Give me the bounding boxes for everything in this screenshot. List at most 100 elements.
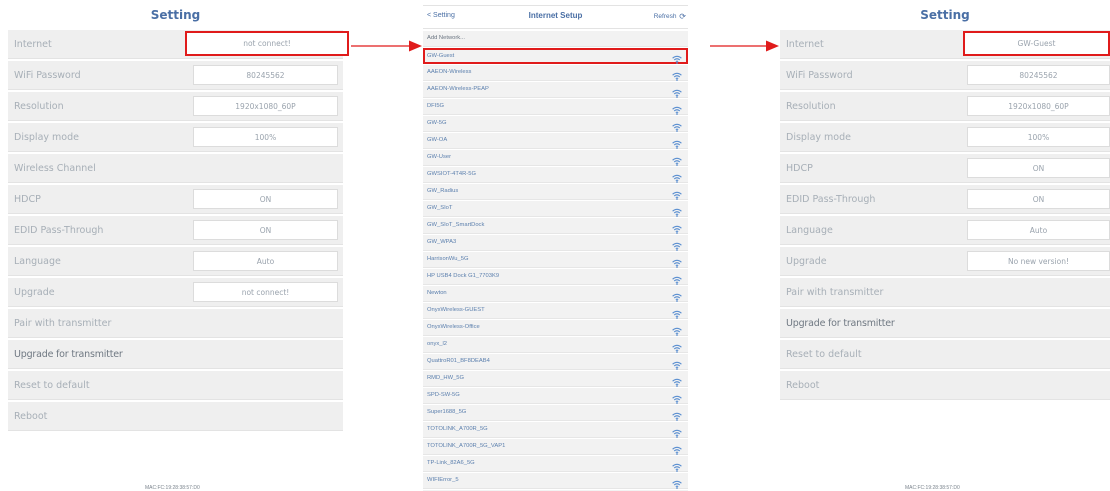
wifi-icon bbox=[672, 442, 682, 455]
internet-value-field[interactable]: GW-Guest bbox=[963, 31, 1110, 56]
network-item[interactable]: GWSIOT-4T4R-5G bbox=[423, 167, 688, 183]
add-network-button[interactable]: Add Network... bbox=[423, 31, 688, 47]
refresh-button[interactable]: Refresh ⟳ bbox=[654, 12, 686, 21]
setting-row-hdcp[interactable]: HDCP ON bbox=[8, 185, 343, 214]
wifi-icon bbox=[672, 221, 682, 234]
network-item[interactable]: GW_SIoT_SmartDock bbox=[423, 218, 688, 234]
upgrade-for-transmitter-button[interactable]: Upgrade for transmitter bbox=[780, 309, 1110, 338]
setting-label-hdcp: HDCP bbox=[14, 194, 41, 205]
setting-row-internet[interactable]: Internet not connect! bbox=[8, 30, 349, 59]
resolution-field[interactable]: 1920x1080_60P bbox=[967, 96, 1110, 116]
wifi-icon bbox=[672, 238, 682, 251]
network-item[interactable]: SPD-SW-5G bbox=[423, 388, 688, 404]
setting-row-display-mode[interactable]: Display mode 100% bbox=[8, 123, 343, 152]
setting-row-wifi-password[interactable]: WiFi Password 80245562 bbox=[780, 61, 1110, 90]
wifi-icon bbox=[672, 391, 682, 404]
setting-row-wifi-password[interactable]: WiFi Password 80245562 bbox=[8, 61, 343, 90]
network-item[interactable]: GW_SIoT bbox=[423, 201, 688, 217]
reboot-button[interactable]: Reboot bbox=[8, 402, 343, 431]
network-name: GW-Guest bbox=[427, 53, 455, 59]
network-item[interactable]: QuattroR01_BF8DEAB4 bbox=[423, 354, 688, 370]
reboot-button[interactable]: Reboot bbox=[780, 371, 1110, 400]
network-item[interactable]: DFI5G bbox=[423, 99, 688, 115]
language-field[interactable]: Auto bbox=[967, 220, 1110, 240]
setting-row-upgrade[interactable]: Upgrade not connect! bbox=[8, 278, 343, 307]
wifi-icon bbox=[672, 340, 682, 353]
setting-row-hdcp[interactable]: HDCP ON bbox=[780, 154, 1110, 183]
setting-row-display-mode[interactable]: Display mode 100% bbox=[780, 123, 1110, 152]
network-item[interactable]: GW_Radius bbox=[423, 184, 688, 200]
wifi-icon bbox=[672, 289, 682, 302]
reset-to-default-button[interactable]: Reset to default bbox=[780, 340, 1110, 369]
pair-with-transmitter-button[interactable]: Pair with transmitter bbox=[780, 278, 1110, 307]
network-item[interactable]: GW-OA bbox=[423, 133, 688, 149]
setting-row-upgrade[interactable]: Upgrade No new version! bbox=[780, 247, 1110, 276]
mac-address-label: MAC:FC:19:28:38:57:D0 bbox=[905, 485, 960, 491]
wifi-password-field[interactable]: 80245562 bbox=[193, 65, 338, 85]
network-item[interactable]: Newton bbox=[423, 286, 688, 302]
network-item[interactable]: GW-User bbox=[423, 150, 688, 166]
add-network-label: Add Network... bbox=[427, 35, 466, 41]
pair-with-transmitter-button[interactable]: Pair with transmitter bbox=[8, 309, 343, 338]
setting-label-resolution: Resolution bbox=[786, 101, 836, 112]
setting-row-edid[interactable]: EDID Pass-Through ON bbox=[8, 216, 343, 245]
setting-label-wifi-password: WiFi Password bbox=[786, 70, 853, 81]
wifi-password-field[interactable]: 80245562 bbox=[967, 65, 1110, 85]
setting-row-edid[interactable]: EDID Pass-Through ON bbox=[780, 185, 1110, 214]
hdcp-field[interactable]: ON bbox=[967, 158, 1110, 178]
setting-row-language[interactable]: Language Auto bbox=[780, 216, 1110, 245]
language-field[interactable]: Auto bbox=[193, 251, 338, 271]
wifi-icon bbox=[672, 323, 682, 336]
network-item[interactable]: OnyxWireless-Office bbox=[423, 320, 688, 336]
setting-row-resolution[interactable]: Resolution 1920x1080_60P bbox=[8, 92, 343, 121]
network-name: HP USB4 Dock G1_7703K9 bbox=[427, 273, 500, 279]
wifi-icon bbox=[672, 408, 682, 421]
display-mode-field[interactable]: 100% bbox=[193, 127, 338, 147]
network-name: AAEON-Wireless bbox=[427, 69, 472, 75]
network-item[interactable]: GW-5G bbox=[423, 116, 688, 132]
network-item[interactable]: AAEON-Wireless-PEAP bbox=[423, 82, 688, 98]
reset-to-default-button[interactable]: Reset to default bbox=[8, 371, 343, 400]
internet-value-field[interactable]: not connect! bbox=[185, 31, 349, 56]
network-item[interactable]: TOTOLINK_A700R_5G_VAP1 bbox=[423, 439, 688, 455]
network-item[interactable]: OnyxWireless-GUEST bbox=[423, 303, 688, 319]
network-name: OnyxWireless-GUEST bbox=[427, 307, 485, 313]
wifi-icon bbox=[672, 102, 682, 115]
network-name: GW_SIoT bbox=[427, 205, 453, 211]
network-item[interactable]: AAEON-Wireless bbox=[423, 65, 688, 81]
network-name: QuattroR01_BF8DEAB4 bbox=[427, 358, 490, 364]
network-name: DFI5G bbox=[427, 103, 445, 109]
edid-field[interactable]: ON bbox=[193, 220, 338, 240]
edid-field[interactable]: ON bbox=[967, 189, 1110, 209]
setting-label-pair: Pair with transmitter bbox=[786, 287, 884, 298]
page-title: Setting bbox=[920, 8, 970, 22]
network-item[interactable]: GW-Guest bbox=[423, 48, 688, 64]
network-item[interactable]: GW_WPA3 bbox=[423, 235, 688, 251]
resolution-field[interactable]: 1920x1080_60P bbox=[193, 96, 338, 116]
display-mode-field[interactable]: 100% bbox=[967, 127, 1110, 147]
wifi-icon bbox=[672, 136, 682, 149]
network-item[interactable]: TOTOLINK_A700R_5G bbox=[423, 422, 688, 438]
upgrade-for-transmitter-button[interactable]: Upgrade for transmitter bbox=[8, 340, 343, 369]
network-item[interactable]: TP-Link_82A6_5G bbox=[423, 456, 688, 472]
setting-row-resolution[interactable]: Resolution 1920x1080_60P bbox=[780, 92, 1110, 121]
setting-label-upgrade-transmitter: Upgrade for transmitter bbox=[14, 349, 123, 360]
network-item[interactable]: onyx_l2 bbox=[423, 337, 688, 353]
network-item[interactable]: HarrisonWu_5G bbox=[423, 252, 688, 268]
setting-label-edid: EDID Pass-Through bbox=[14, 225, 104, 236]
hdcp-field[interactable]: ON bbox=[193, 189, 338, 209]
wifi-icon bbox=[672, 255, 682, 268]
setting-row-wireless-channel[interactable]: Wireless Channel bbox=[8, 154, 343, 183]
setting-label-language: Language bbox=[786, 225, 833, 236]
upgrade-field[interactable]: No new version! bbox=[967, 251, 1110, 271]
upgrade-field[interactable]: not connect! bbox=[193, 282, 338, 302]
setting-row-language[interactable]: Language Auto bbox=[8, 247, 343, 276]
network-item[interactable]: Super1688_5G bbox=[423, 405, 688, 421]
network-item[interactable]: RMD_HW_5G bbox=[423, 371, 688, 387]
network-name: GW_SIoT_SmartDock bbox=[427, 222, 485, 228]
mac-address-label: MAC:FC:19:28:38:57:D0 bbox=[145, 485, 200, 491]
setting-row-internet[interactable]: Internet GW-Guest bbox=[780, 30, 1110, 59]
setting-label-reboot: Reboot bbox=[14, 411, 48, 422]
network-item[interactable]: WIFIError_5 bbox=[423, 473, 688, 489]
network-item[interactable]: HP USB4 Dock G1_7703K9 bbox=[423, 269, 688, 285]
